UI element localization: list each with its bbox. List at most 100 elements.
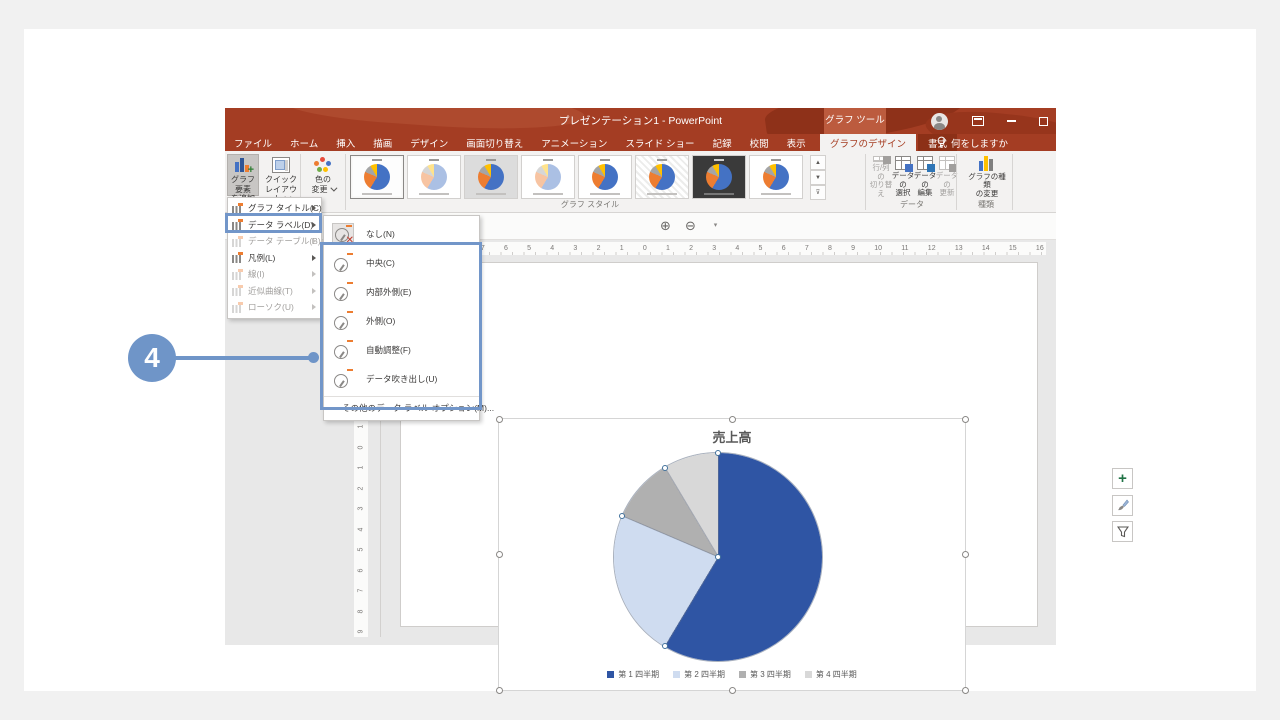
change-chart-type-button[interactable]: グラフの種類 の変更 (965, 156, 1009, 198)
tell-me-box[interactable]: 何をしますか (937, 134, 1008, 151)
select-data-button[interactable]: データの 選択 (891, 156, 915, 198)
selection-handle[interactable] (496, 416, 503, 423)
group-label-chart-styles: グラフ スタイル (515, 199, 665, 210)
slice-boundary-line (718, 453, 719, 557)
chart-filters-button[interactable] (1112, 521, 1133, 542)
selection-handle[interactable] (729, 416, 736, 423)
pie-center-handle[interactable] (715, 554, 721, 560)
zoom-out-icon[interactable]: ⊖ (683, 218, 698, 233)
switch-row-column-button: 行/列の 切り替え (869, 156, 893, 198)
selection-handle[interactable] (496, 687, 503, 694)
ribbon-display-options-icon (972, 116, 984, 126)
tab-挿入[interactable]: 挿入 (327, 134, 364, 151)
selection-handle[interactable] (496, 551, 503, 558)
annotation-box-menu-item (225, 213, 322, 233)
chart-style-thumbnail-1[interactable] (350, 155, 404, 199)
minimize-icon (1007, 120, 1016, 122)
chart-style-thumbnail-2[interactable] (407, 155, 461, 199)
edit-data-button[interactable]: データの 編集 (913, 156, 937, 198)
maximize-button[interactable] (1032, 108, 1054, 134)
menu-item-label: データ テーブル(B) (248, 235, 321, 247)
group-label-data: データ (872, 199, 952, 210)
chart-style-thumbnail-6[interactable] (635, 155, 689, 199)
ruler-number: 4 (735, 245, 739, 252)
chevron-down-icon[interactable]: ▾ (708, 218, 723, 233)
ribbon-button-add-chart-element[interactable]: +グラフ要素 を追加 (227, 154, 259, 196)
ruler-number: 1 (358, 425, 365, 429)
tab-画面切り替え[interactable]: 画面切り替え (457, 134, 532, 151)
chart-elements-button[interactable]: + (1112, 468, 1133, 489)
ruler-number: 11 (901, 245, 908, 252)
chart-styles-button[interactable] (1112, 495, 1133, 516)
chart-style-thumbnail-4[interactable] (521, 155, 575, 199)
tell-me-label: 何をしますか (951, 136, 1008, 150)
slice-handle[interactable] (715, 450, 721, 456)
ribbon: +グラフ要素 を追加クイック レイアウト色の 変更 ▲▼⊽ 行/列の 切り替えデ… (225, 151, 1056, 213)
chart-object[interactable]: 売上高 第 1 四半期 第 2 四半期 第 3 四半期 第 4 四半期 (498, 418, 966, 691)
chart-style-thumbnail-3[interactable] (464, 155, 518, 199)
chart-style-thumbnail-7[interactable] (692, 155, 746, 199)
legend-label: 第 1 四半期 (618, 669, 659, 680)
gallery-scroll-up-button[interactable]: ▲ (810, 155, 826, 170)
menu-item-label: 近似曲線(T) (248, 285, 293, 297)
powerpoint-window: プレゼンテーション1 - PowerPoint グラフ ツール ファイルホーム挿… (225, 108, 1056, 645)
tab-ホーム[interactable]: ホーム (281, 134, 327, 151)
selection-handle[interactable] (962, 551, 969, 558)
refresh-data-icon (939, 156, 955, 170)
thumbnail-pie (535, 164, 561, 190)
plus-icon: + (1118, 470, 1127, 487)
account-avatar[interactable] (927, 108, 951, 134)
page-background: プレゼンテーション1 - PowerPoint グラフ ツール ファイルホーム挿… (0, 0, 1280, 720)
chart-style-thumbnail-8[interactable] (749, 155, 803, 199)
tab-描画[interactable]: 描画 (364, 134, 401, 151)
group-divider (345, 154, 346, 210)
thumbnail-title-line (771, 159, 781, 161)
data-table-icon (232, 236, 243, 247)
selection-handle[interactable] (962, 687, 969, 694)
legend-item[interactable]: 第 1 四半期 (607, 669, 659, 680)
menu-item-7: ローソク(U) (228, 299, 321, 316)
quick-layout-icon (272, 157, 290, 173)
slice-handle[interactable] (662, 643, 668, 649)
chart-style-thumbnail-5[interactable] (578, 155, 632, 199)
tab-記録[interactable]: 記録 (704, 134, 741, 151)
add-chart-element-icon: + (234, 157, 252, 173)
ruler-number: 4 (550, 245, 554, 252)
legend-item[interactable]: 第 2 四半期 (673, 669, 725, 680)
ruler-number: 0 (358, 445, 365, 449)
ribbon-button-quick-layout[interactable]: クイック レイアウト (261, 154, 301, 196)
tab-ファイル[interactable]: ファイル (225, 134, 281, 151)
submenu-arrow-icon (312, 271, 316, 277)
tab-校閲[interactable]: 校閲 (741, 134, 778, 151)
chart-title[interactable]: 売上高 (499, 427, 965, 446)
gallery-scroll-down-button[interactable]: ▼ (810, 170, 826, 185)
tab-アニメーション[interactable]: アニメーション (532, 134, 616, 151)
ruler-number: 7 (358, 589, 365, 593)
ruler-number: 2 (689, 245, 693, 252)
selection-handle[interactable] (962, 416, 969, 423)
thumbnail-pie (763, 164, 789, 190)
ruler-number: 1 (358, 466, 365, 470)
ribbon-button-change-colors[interactable]: 色の 変更 (303, 154, 343, 196)
legend-item[interactable]: 第 3 四半期 (739, 669, 791, 680)
gallery-more-button[interactable]: ⊽ (810, 185, 826, 200)
contextual-tab-group-label: グラフ ツール (824, 108, 886, 134)
tab-グラフのデザイン[interactable]: グラフのデザイン (820, 134, 916, 151)
menu-item-4[interactable]: 凡例(L) (228, 250, 321, 267)
legend-swatch (673, 671, 680, 678)
chart-legend[interactable]: 第 1 四半期 第 2 四半期 第 3 四半期 第 4 四半期 (499, 669, 965, 680)
minimize-button[interactable] (1000, 108, 1022, 134)
zoom-in-icon[interactable]: ⊕ (658, 218, 673, 233)
ribbon-button-label: 色の 変更 (312, 175, 335, 194)
tab-デザイン[interactable]: デザイン (401, 134, 457, 151)
selection-handle[interactable] (729, 687, 736, 694)
ruler-number: 5 (527, 245, 531, 252)
ruler-number: 12 (928, 245, 936, 252)
slice-handle[interactable] (662, 465, 668, 471)
tab-表示[interactable]: 表示 (778, 134, 815, 151)
ribbon-display-options-button[interactable] (967, 108, 989, 134)
slide-canvas[interactable]: 売上高 第 1 四半期第 2 四半期第 3 四半期第 4 四半期 + (400, 262, 1038, 627)
chevron-down-icon (330, 184, 337, 191)
legend-item[interactable]: 第 4 四半期 (805, 669, 857, 680)
tab-スライド ショー[interactable]: スライド ショー (616, 134, 703, 151)
